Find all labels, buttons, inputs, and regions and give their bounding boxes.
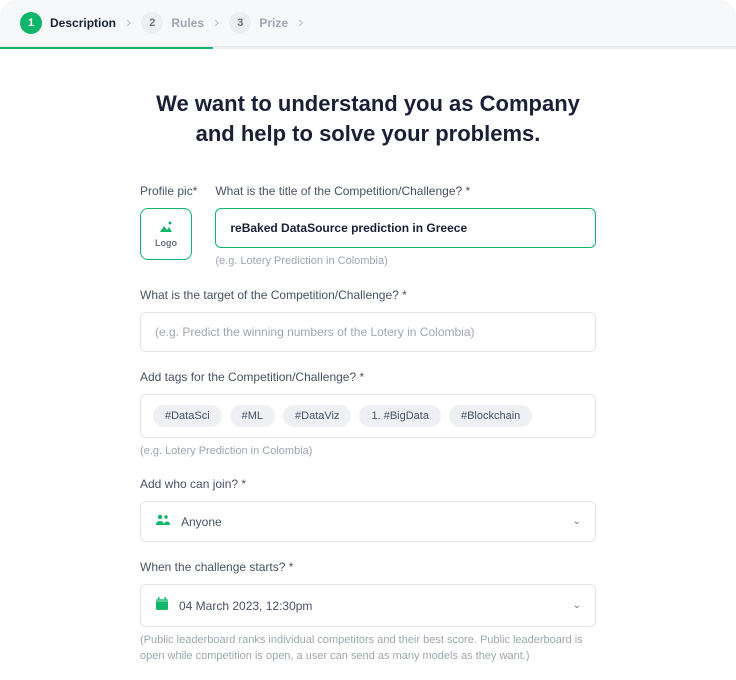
logo-text: Logo — [155, 238, 177, 248]
start-hint: (Public leaderboard ranks individual com… — [140, 633, 596, 664]
chevron-down-icon: ⌄ — [573, 516, 581, 527]
calendar-icon — [155, 597, 169, 614]
step-rules[interactable]: 2 Rules — [141, 12, 204, 34]
chevron-down-icon: ⌄ — [573, 600, 581, 611]
profile-label: Profile pic* — [140, 184, 197, 198]
join-label: Add who can join? * — [140, 477, 596, 491]
chevron-right-icon: › — [214, 14, 219, 32]
tag-item[interactable]: #DataSci — [153, 405, 222, 427]
step-label: Description — [50, 16, 116, 30]
chevron-right-icon: › — [126, 14, 131, 32]
step-number: 3 — [229, 12, 251, 34]
image-icon — [159, 221, 173, 236]
join-value: Anyone — [181, 515, 563, 529]
tag-item[interactable]: #DataViz — [283, 405, 351, 427]
tag-item[interactable]: #ML — [230, 405, 275, 427]
form-content: We want to understand you as Company and… — [0, 49, 736, 680]
step-number: 2 — [141, 12, 163, 34]
logo-upload[interactable]: Logo — [140, 208, 192, 260]
step-number: 1 — [20, 12, 42, 34]
start-label: When the challenge starts? * — [140, 560, 596, 574]
page-title: We want to understand you as Company and… — [140, 89, 596, 148]
chevron-right-icon: › — [298, 14, 303, 32]
step-prize[interactable]: 3 Prize — [229, 12, 288, 34]
tag-item[interactable]: #Blockchain — [449, 405, 532, 427]
step-label: Prize — [259, 16, 288, 30]
tags-input[interactable]: #DataSci #ML #DataViz 1. #BigData #Block… — [140, 394, 596, 438]
start-select[interactable]: 04 March 2023, 12:30pm ⌄ — [140, 584, 596, 627]
title-input[interactable] — [215, 208, 596, 248]
tags-hint: (e.g. Lotery Prediction in Colombia) — [140, 444, 596, 459]
start-value: 04 March 2023, 12:30pm — [179, 599, 563, 613]
people-icon — [155, 514, 171, 529]
step-label: Rules — [171, 16, 204, 30]
title-hint: (e.g. Lotery Prediction in Colombia) — [215, 254, 596, 269]
step-description[interactable]: 1 Description — [20, 12, 116, 34]
stepper: 1 Description › 2 Rules › 3 Prize › — [0, 0, 736, 47]
title-label: What is the title of the Competition/Cha… — [215, 184, 596, 198]
join-select[interactable]: Anyone ⌄ — [140, 501, 596, 542]
tag-item[interactable]: 1. #BigData — [359, 405, 440, 427]
tags-label: Add tags for the Competition/Challenge? … — [140, 370, 596, 384]
target-label: What is the target of the Competition/Ch… — [140, 288, 596, 302]
target-input[interactable] — [140, 312, 596, 352]
